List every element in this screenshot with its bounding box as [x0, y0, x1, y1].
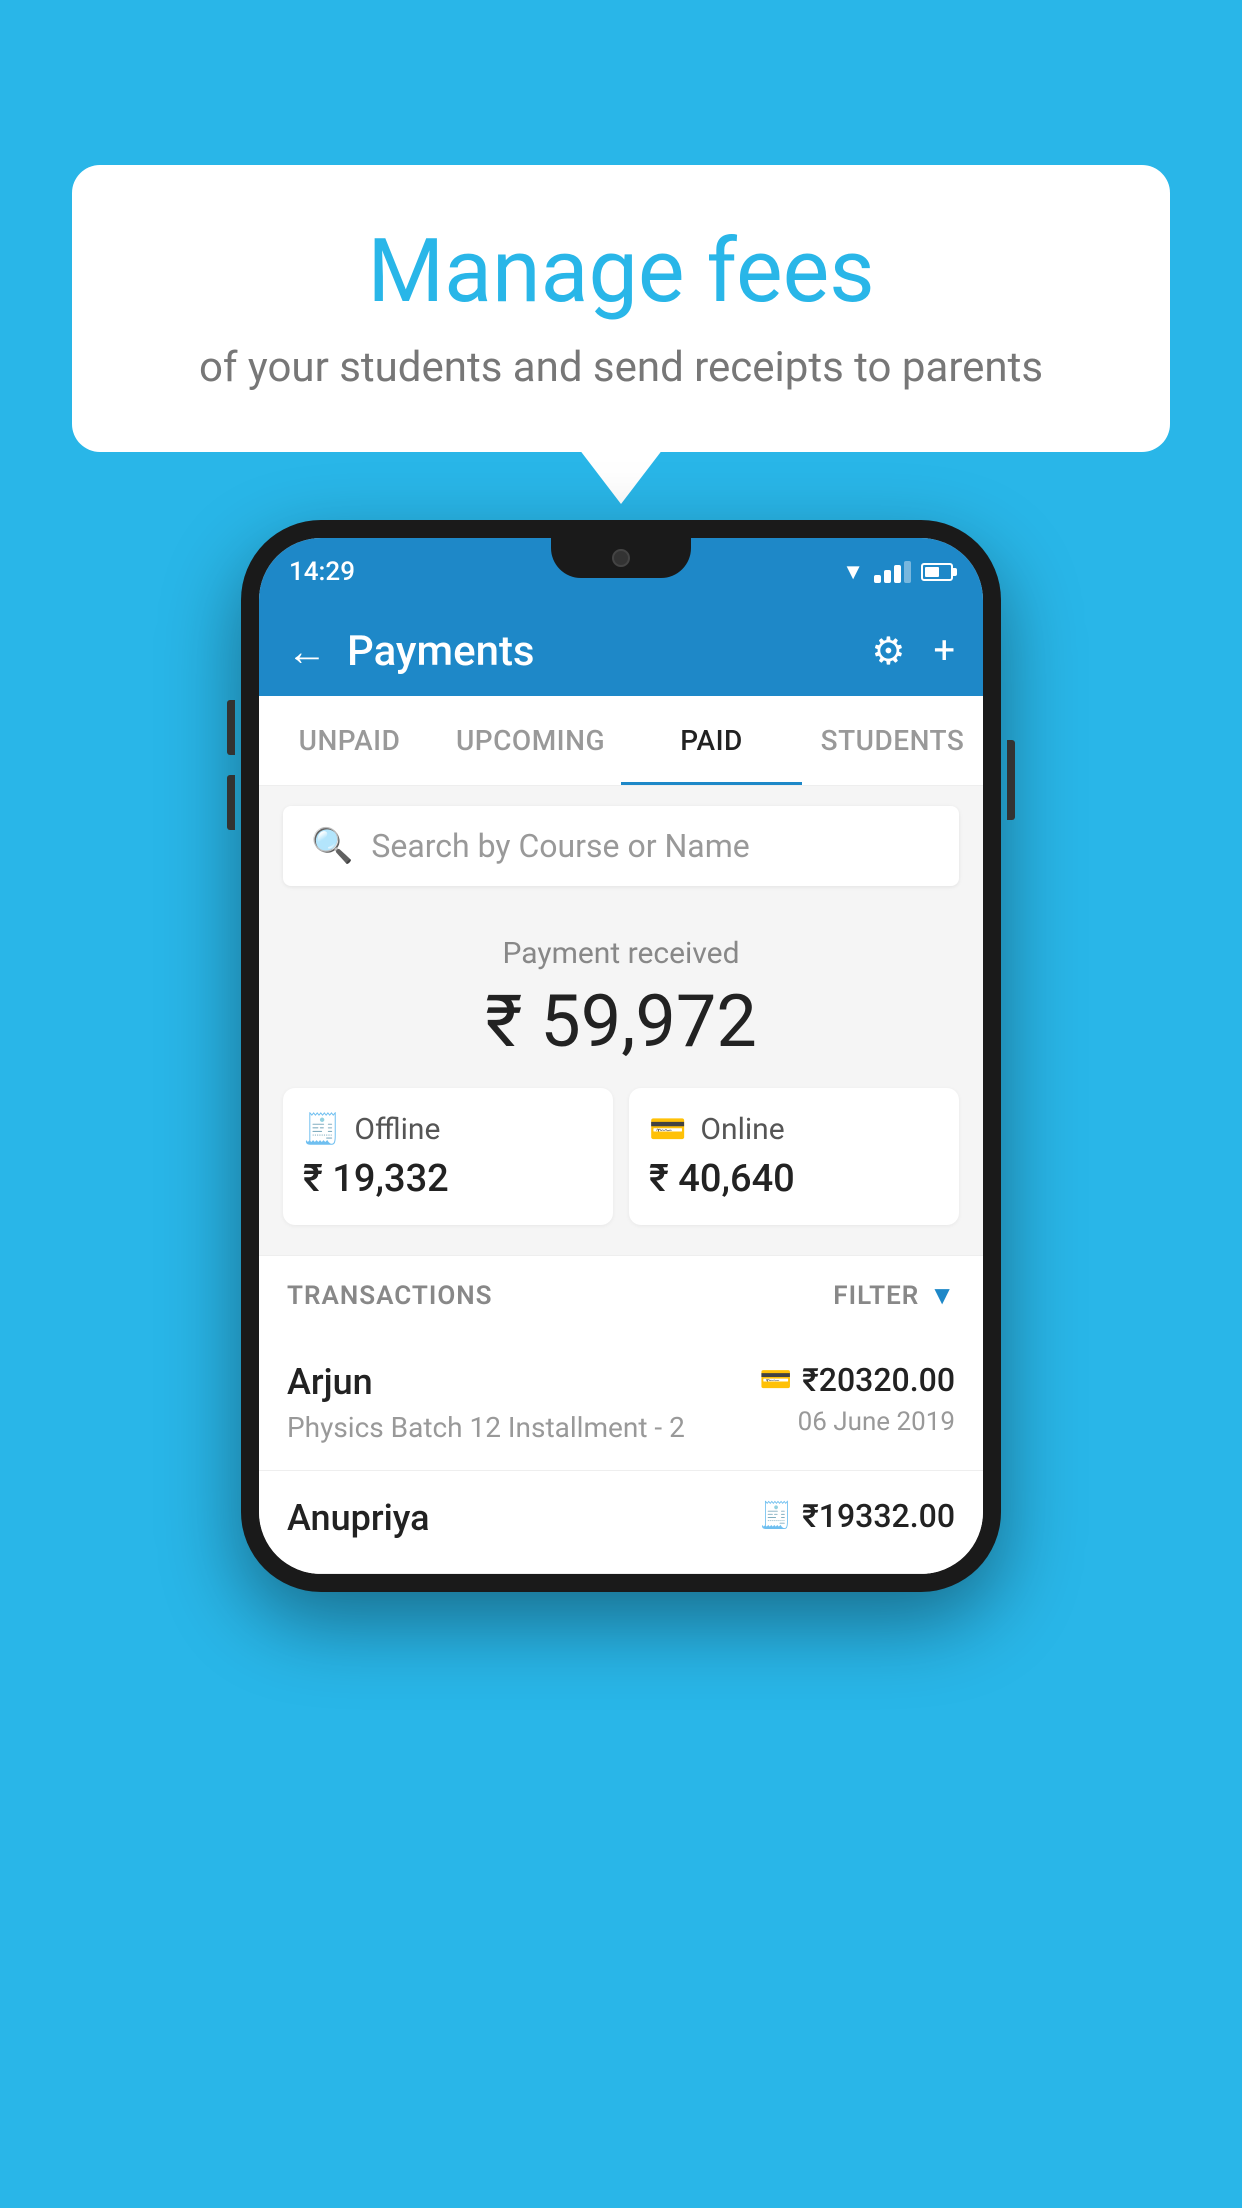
filter-icon: ▼	[929, 1280, 955, 1311]
payment-type-icon-2: 🧾	[760, 1501, 792, 1531]
search-bar[interactable]: 🔍 Search by Course or Name	[283, 806, 959, 886]
payment-cards: 🧾 Offline ₹ 19,332 💳 Online ₹ 40,640	[283, 1088, 959, 1225]
offline-amount: ₹ 19,332	[303, 1157, 593, 1201]
transaction-name: Anupriya	[287, 1497, 760, 1539]
online-icon: 💳	[649, 1112, 686, 1147]
transaction-right: 🧾 ₹19332.00	[760, 1497, 955, 1543]
back-button[interactable]: ←	[287, 628, 327, 675]
volume-button	[227, 700, 235, 755]
speech-bubble-title: Manage fees	[132, 220, 1110, 323]
tab-paid[interactable]: PAID	[621, 696, 802, 785]
tab-students[interactable]: STUDENTS	[802, 696, 983, 785]
signal-bars	[874, 561, 911, 583]
payment-summary: Payment received ₹ 59,972 🧾 Offline ₹ 19…	[259, 906, 983, 1255]
online-label: Online	[700, 1112, 784, 1147]
status-bar: 14:29 ▼	[259, 538, 983, 606]
online-card-header: 💳 Online	[649, 1112, 939, 1147]
payment-type-icon: 💳	[760, 1365, 792, 1395]
transaction-amount: ₹19332.00	[802, 1497, 955, 1535]
signal-bar-1	[874, 575, 881, 583]
offline-card: 🧾 Offline ₹ 19,332	[283, 1088, 613, 1225]
filter-section[interactable]: FILTER ▼	[833, 1280, 955, 1311]
tab-upcoming[interactable]: UPCOMING	[440, 696, 621, 785]
transactions-label: TRANSACTIONS	[287, 1281, 493, 1311]
app-title: Payments	[347, 627, 851, 676]
transaction-amount-row: 💳 ₹20320.00	[760, 1361, 955, 1399]
signal-bar-3	[894, 565, 901, 583]
status-icons: ▼	[842, 559, 953, 585]
table-row[interactable]: Anupriya 🧾 ₹19332.00	[259, 1471, 983, 1574]
camera-dot	[612, 549, 630, 567]
wifi-icon: ▼	[842, 559, 864, 585]
speech-bubble-container: Manage fees of your students and send re…	[72, 165, 1170, 452]
power-button	[1007, 740, 1015, 820]
payment-received-label: Payment received	[283, 936, 959, 971]
transaction-left: Anupriya	[287, 1497, 760, 1547]
transaction-right: 💳 ₹20320.00 06 June 2019	[760, 1361, 955, 1437]
add-icon[interactable]: +	[933, 629, 955, 673]
table-row[interactable]: Arjun Physics Batch 12 Installment - 2 💳…	[259, 1335, 983, 1471]
signal-bar-4	[904, 561, 911, 583]
phone-screen: 14:29 ▼	[259, 538, 983, 1574]
online-card: 💳 Online ₹ 40,640	[629, 1088, 959, 1225]
transaction-amount-row: 🧾 ₹19332.00	[760, 1497, 955, 1535]
tabs: UNPAID UPCOMING PAID STUDENTS	[259, 696, 983, 786]
transactions-header: TRANSACTIONS FILTER ▼	[259, 1255, 983, 1335]
notch	[551, 538, 691, 578]
search-container: 🔍 Search by Course or Name	[259, 786, 983, 906]
signal-bar-2	[884, 570, 891, 583]
offline-label: Offline	[354, 1112, 440, 1147]
battery-fill	[925, 567, 939, 577]
volume-button-2	[227, 775, 235, 830]
speech-bubble: Manage fees of your students and send re…	[72, 165, 1170, 452]
filter-label: FILTER	[833, 1281, 919, 1311]
speech-bubble-subtitle: of your students and send receipts to pa…	[132, 343, 1110, 392]
search-icon: 🔍	[311, 826, 353, 866]
phone: 14:29 ▼	[241, 520, 1001, 1592]
offline-icon: 🧾	[303, 1112, 340, 1147]
app-header: ← Payments ⚙ +	[259, 606, 983, 696]
search-input[interactable]: Search by Course or Name	[371, 827, 749, 865]
battery-icon	[921, 563, 953, 581]
header-icons: ⚙ +	[871, 629, 955, 674]
transaction-date: 06 June 2019	[760, 1407, 955, 1437]
tab-unpaid[interactable]: UNPAID	[259, 696, 440, 785]
transaction-amount: ₹20320.00	[802, 1361, 955, 1399]
online-amount: ₹ 40,640	[649, 1157, 939, 1201]
transaction-left: Arjun Physics Batch 12 Installment - 2	[287, 1361, 760, 1444]
settings-icon[interactable]: ⚙	[871, 629, 905, 674]
transaction-name: Arjun	[287, 1361, 760, 1403]
transaction-details: Physics Batch 12 Installment - 2	[287, 1411, 760, 1444]
offline-card-header: 🧾 Offline	[303, 1112, 593, 1147]
payment-total-amount: ₹ 59,972	[283, 979, 959, 1064]
phone-container: 14:29 ▼	[241, 520, 1001, 1592]
status-time: 14:29	[289, 557, 355, 587]
